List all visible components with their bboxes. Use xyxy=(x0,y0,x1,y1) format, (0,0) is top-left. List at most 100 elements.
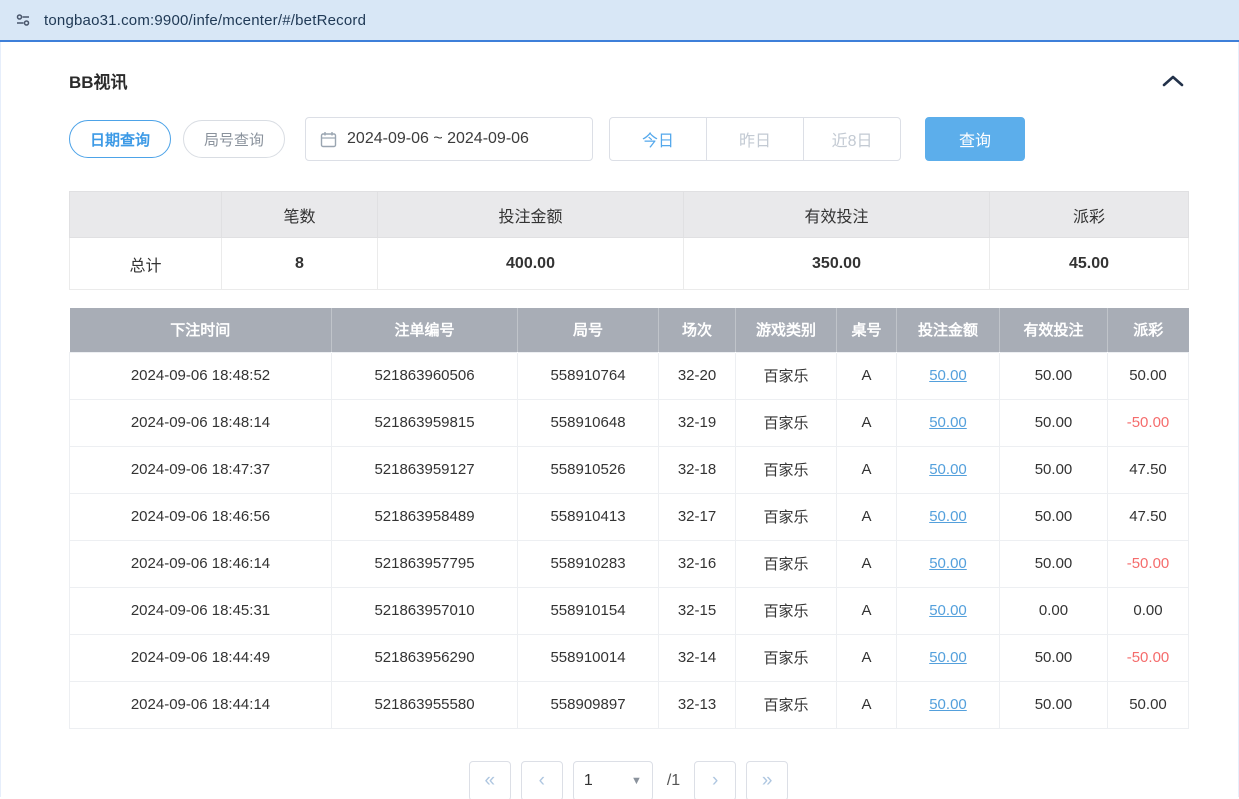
page-select-value: 1 xyxy=(584,772,593,790)
table-row: 2024-09-06 18:44:14521863955580558909897… xyxy=(70,681,1189,728)
summary-total-label: 总计 xyxy=(70,238,222,290)
yesterday-button[interactable]: 昨日 xyxy=(706,117,804,161)
cell-table: A xyxy=(837,681,897,728)
date-query-button[interactable]: 日期查询 xyxy=(69,120,171,158)
last-page-button[interactable]: » xyxy=(746,761,788,799)
bet-column-header: 局号 xyxy=(518,308,659,352)
cell-valid: 50.00 xyxy=(1000,634,1108,681)
bet-table-body: 2024-09-06 18:48:52521863960506558910764… xyxy=(70,352,1189,728)
table-row: 2024-09-06 18:45:31521863957010558910154… xyxy=(70,587,1189,634)
cell-bet: 50.00 xyxy=(897,587,1000,634)
bet-column-header: 派彩 xyxy=(1108,308,1189,352)
bet-amount-link[interactable]: 50.00 xyxy=(929,555,967,572)
page-select[interactable]: 1 ▼ xyxy=(573,761,653,799)
cell-bet: 50.00 xyxy=(897,493,1000,540)
cell-order: 521863957010 xyxy=(332,587,518,634)
collapse-chevron-icon[interactable] xyxy=(1158,70,1188,91)
summary-table: 笔数 投注金额 有效投注 派彩 总计 8 400.00 350.00 45.00 xyxy=(69,191,1189,290)
summary-col-count: 笔数 xyxy=(222,192,378,238)
bet-column-header: 注单编号 xyxy=(332,308,518,352)
cell-session: 32-13 xyxy=(659,681,736,728)
bet-record-panel: BB视讯 日期查询 局号查询 2024-09-06 ~ 2024-09-06 今… xyxy=(0,42,1239,797)
cell-table: A xyxy=(837,446,897,493)
cell-valid: 50.00 xyxy=(1000,681,1108,728)
summary-bet-amount-value: 400.00 xyxy=(378,238,684,290)
cell-time: 2024-09-06 18:47:37 xyxy=(70,446,332,493)
date-range-value[interactable]: 2024-09-06 ~ 2024-09-06 xyxy=(347,130,529,148)
cell-time: 2024-09-06 18:44:14 xyxy=(70,681,332,728)
cell-table: A xyxy=(837,399,897,446)
prev-page-button[interactable]: ‹ xyxy=(521,761,563,799)
table-row: 2024-09-06 18:48:52521863960506558910764… xyxy=(70,352,1189,399)
bet-amount-link[interactable]: 50.00 xyxy=(929,414,967,431)
bet-amount-link[interactable]: 50.00 xyxy=(929,649,967,666)
table-row: 2024-09-06 18:47:37521863959127558910526… xyxy=(70,446,1189,493)
cell-game: 百家乐 xyxy=(736,446,837,493)
cell-game: 百家乐 xyxy=(736,493,837,540)
bet-amount-link[interactable]: 50.00 xyxy=(929,367,967,384)
cell-table: A xyxy=(837,587,897,634)
cell-session: 32-18 xyxy=(659,446,736,493)
page-total: /1 xyxy=(667,772,680,790)
cell-valid: 0.00 xyxy=(1000,587,1108,634)
today-button[interactable]: 今日 xyxy=(609,117,707,161)
cell-payout: -50.00 xyxy=(1108,634,1189,681)
cell-time: 2024-09-06 18:44:49 xyxy=(70,634,332,681)
cell-valid: 50.00 xyxy=(1000,493,1108,540)
cell-valid: 50.00 xyxy=(1000,399,1108,446)
cell-session: 32-14 xyxy=(659,634,736,681)
cell-payout: -50.00 xyxy=(1108,540,1189,587)
cell-order: 521863960506 xyxy=(332,352,518,399)
cell-payout: 50.00 xyxy=(1108,352,1189,399)
cell-order: 521863959127 xyxy=(332,446,518,493)
cell-game: 百家乐 xyxy=(736,634,837,681)
bet-amount-link[interactable]: 50.00 xyxy=(929,696,967,713)
cell-table: A xyxy=(837,352,897,399)
browser-url-bar[interactable]: tongbao31.com:9900/infe/mcenter/#/betRec… xyxy=(0,0,1239,42)
bet-column-header: 场次 xyxy=(659,308,736,352)
cell-round: 558910764 xyxy=(518,352,659,399)
cell-order: 521863958489 xyxy=(332,493,518,540)
search-button[interactable]: 查询 xyxy=(925,117,1025,161)
cell-game: 百家乐 xyxy=(736,587,837,634)
bet-amount-link[interactable]: 50.00 xyxy=(929,602,967,619)
bet-amount-link[interactable]: 50.00 xyxy=(929,508,967,525)
table-row: 2024-09-06 18:46:14521863957795558910283… xyxy=(70,540,1189,587)
summary-col-bet-amount: 投注金额 xyxy=(378,192,684,238)
url-text[interactable]: tongbao31.com:9900/infe/mcenter/#/betRec… xyxy=(44,12,366,29)
cell-session: 32-16 xyxy=(659,540,736,587)
cell-bet: 50.00 xyxy=(897,540,1000,587)
round-query-button[interactable]: 局号查询 xyxy=(183,120,285,158)
page-title: BB视讯 xyxy=(69,68,128,93)
cell-table: A xyxy=(837,634,897,681)
summary-count-value: 8 xyxy=(222,238,378,290)
cell-round: 558910154 xyxy=(518,587,659,634)
filter-bar: 日期查询 局号查询 2024-09-06 ~ 2024-09-06 今日 昨日 … xyxy=(69,117,1188,161)
cell-payout: 50.00 xyxy=(1108,681,1189,728)
chevron-down-icon: ▼ xyxy=(631,775,642,787)
bet-column-header: 下注时间 xyxy=(70,308,332,352)
cell-order: 521863959815 xyxy=(332,399,518,446)
cell-session: 32-20 xyxy=(659,352,736,399)
first-page-button[interactable]: « xyxy=(469,761,511,799)
cell-payout: 0.00 xyxy=(1108,587,1189,634)
date-range-picker[interactable]: 2024-09-06 ~ 2024-09-06 xyxy=(305,117,593,161)
cell-time: 2024-09-06 18:46:14 xyxy=(70,540,332,587)
pagination: « ‹ 1 ▼ /1 › » xyxy=(69,761,1188,799)
site-settings-icon[interactable] xyxy=(14,11,32,29)
cell-bet: 50.00 xyxy=(897,634,1000,681)
cell-session: 32-19 xyxy=(659,399,736,446)
bet-amount-link[interactable]: 50.00 xyxy=(929,461,967,478)
cell-table: A xyxy=(837,493,897,540)
bet-column-header: 游戏类别 xyxy=(736,308,837,352)
cell-valid: 50.00 xyxy=(1000,446,1108,493)
cell-time: 2024-09-06 18:46:56 xyxy=(70,493,332,540)
next-page-button[interactable]: › xyxy=(694,761,736,799)
cell-round: 558910283 xyxy=(518,540,659,587)
bet-records-table: 下注时间注单编号局号场次游戏类别桌号投注金额有效投注派彩 2024-09-06 … xyxy=(69,308,1189,729)
cell-round: 558910648 xyxy=(518,399,659,446)
cell-order: 521863955580 xyxy=(332,681,518,728)
last-8-days-button[interactable]: 近8日 xyxy=(803,117,901,161)
summary-col-payout: 派彩 xyxy=(990,192,1189,238)
cell-payout: 47.50 xyxy=(1108,446,1189,493)
